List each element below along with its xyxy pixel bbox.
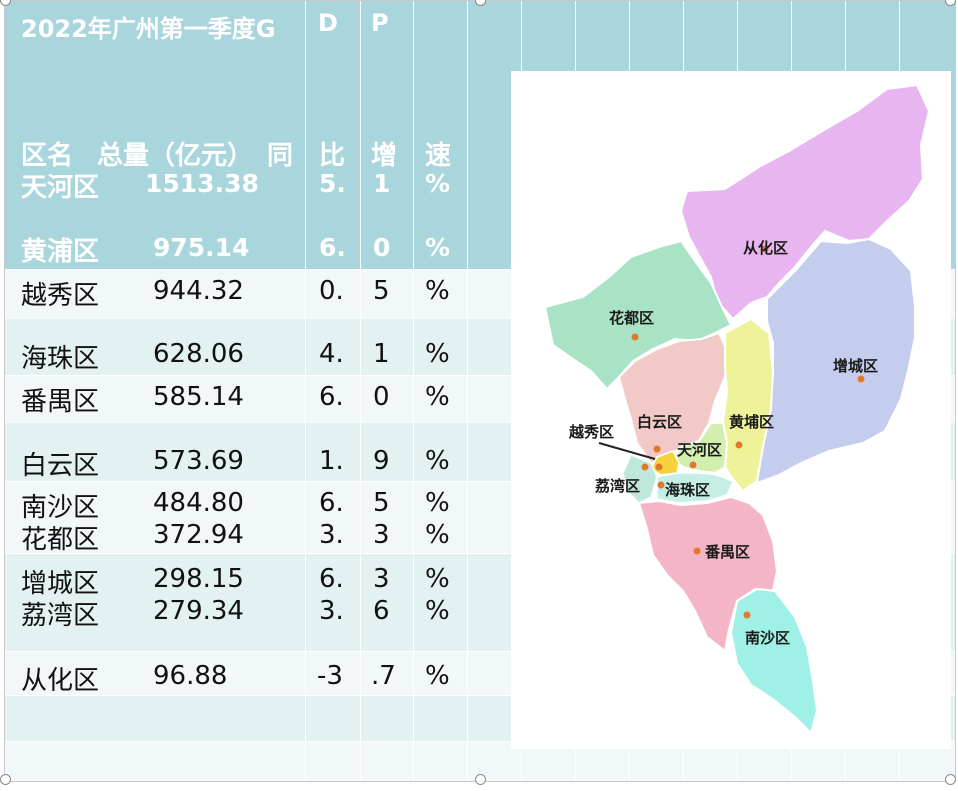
label-zengcheng: 增城区: [833, 357, 878, 375]
row-total: 628.06: [153, 339, 244, 369]
row-growth-a: 3.: [319, 596, 344, 626]
row-growth-b: 0: [373, 233, 391, 262]
row-growth-b: .7: [371, 661, 396, 691]
label-panyu: 番禺区: [704, 543, 750, 561]
sheet-title: 2022年广州第一季度G: [21, 15, 276, 43]
row-growth-a: 3.: [319, 520, 344, 550]
row-pct: %: [425, 564, 450, 594]
row-pct: %: [425, 169, 451, 198]
row-total: 372.94: [153, 520, 244, 550]
label-nansha: 南沙区: [745, 629, 790, 647]
row-name: 海珠区: [21, 344, 100, 374]
label-haizhu: 海珠区: [665, 481, 710, 499]
district-nansha: [729, 587, 819, 735]
header-total: 总量（亿元）: [97, 141, 254, 171]
row-name: 花都区: [21, 525, 100, 555]
header-yoy-1: 同: [267, 141, 294, 171]
city-dot: [655, 463, 663, 471]
row-pct: %: [425, 661, 450, 691]
row-pct: %: [425, 382, 450, 412]
row-total: 975.14: [153, 233, 250, 262]
row-name: 黄浦区: [21, 237, 100, 267]
row-growth-b: 5: [373, 276, 390, 306]
row-pct: %: [425, 233, 451, 262]
resize-handle[interactable]: [945, 774, 956, 785]
label-liwan: 荔湾区: [595, 477, 640, 495]
label-yuexiu: 越秀区: [568, 423, 614, 441]
row-total: 484.80: [153, 488, 244, 518]
city-dot: [641, 463, 649, 471]
row-growth-a: 5.: [319, 169, 346, 198]
row-growth-b: 0: [373, 382, 390, 412]
row-growth-a: -3: [317, 661, 343, 691]
row-name: 荔湾区: [21, 601, 100, 631]
row-name: 天河区: [21, 173, 100, 203]
header-yoy-4: 速: [425, 141, 452, 171]
city-dot: [693, 547, 701, 555]
spreadsheet-frame: 2022年广州第一季度G D P 区名 总量（亿元） 同 比 增 速 天河区 1…: [4, 0, 956, 782]
row-growth-b: 3: [373, 564, 390, 594]
header-yoy-2: 比: [319, 141, 346, 171]
row-growth-b: 1: [373, 339, 390, 369]
city-dot: [631, 333, 639, 341]
label-conghua: 从化区: [743, 239, 788, 257]
row-growth-a: 1.: [319, 446, 344, 476]
row-total: 279.34: [153, 596, 244, 626]
row-name: 越秀区: [21, 281, 100, 311]
city-dot: [653, 445, 661, 453]
resize-handle[interactable]: [475, 774, 486, 785]
row-name: 白云区: [21, 451, 100, 481]
row-growth-a: 0.: [319, 276, 344, 306]
row-total: 96.88: [153, 661, 228, 691]
row-total: 298.15: [153, 564, 244, 594]
row-pct: %: [425, 276, 450, 306]
header-yoy-3: 增: [371, 141, 398, 171]
label-huangpu: 黄埔区: [729, 413, 774, 431]
city-dot: [735, 441, 743, 449]
row-name: 番禺区: [21, 387, 100, 417]
row-pct: %: [425, 596, 450, 626]
row-name: 从化区: [21, 666, 100, 696]
row-growth-b: 1: [373, 169, 391, 198]
row-pct: %: [425, 339, 450, 369]
row-total: 1513.38: [145, 169, 259, 198]
row-total: 944.32: [153, 276, 244, 306]
row-growth-a: 6.: [319, 382, 344, 412]
row-growth-a: 6.: [319, 233, 346, 262]
label-baiyun: 白云区: [637, 413, 682, 431]
city-dot: [857, 375, 865, 383]
row-growth-a: 6.: [319, 488, 344, 518]
city-dot: [743, 611, 751, 619]
row-growth-a: 4.: [319, 339, 344, 369]
resize-handle[interactable]: [0, 774, 11, 785]
row-growth-b: 5: [373, 488, 390, 518]
row-growth-b: 9: [373, 446, 390, 476]
row-pct: %: [425, 488, 450, 518]
row-total: 573.69: [153, 446, 244, 476]
title-letter-p: P: [371, 9, 389, 37]
guangzhou-district-map: 从化区 花都区 增城区 白云区 黄埔区 越秀区 天河区 荔湾区 海珠区 番禺区 …: [511, 71, 951, 749]
row-pct: %: [425, 446, 450, 476]
row-pct: %: [425, 520, 450, 550]
row-total: 585.14: [153, 382, 244, 412]
map-svg: 从化区 花都区 增城区 白云区 黄埔区 越秀区 天河区 荔湾区 海珠区 番禺区 …: [543, 83, 931, 735]
row-growth-b: 3: [373, 520, 390, 550]
city-dot: [657, 481, 665, 489]
row-growth-a: 6.: [319, 564, 344, 594]
city-dot: [689, 461, 697, 469]
label-huadu: 花都区: [609, 309, 654, 327]
row-growth-b: 6: [373, 596, 390, 626]
title-letter-d: D: [318, 9, 338, 37]
label-tianhe: 天河区: [677, 441, 722, 459]
